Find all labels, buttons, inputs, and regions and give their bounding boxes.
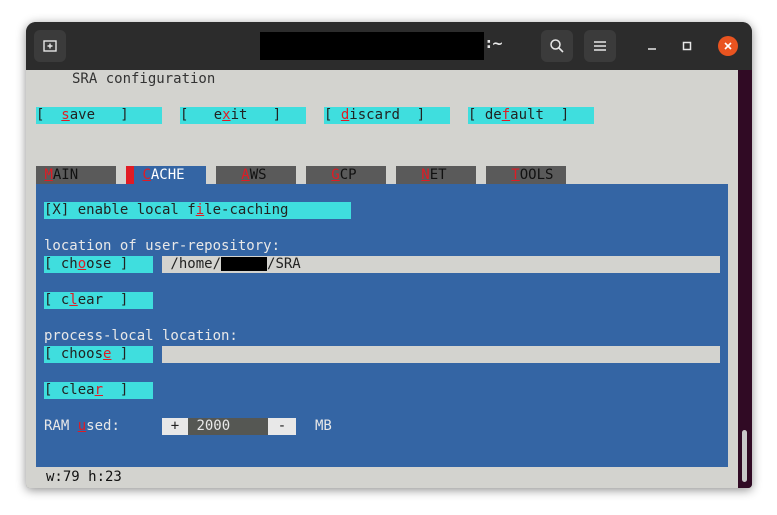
tab-gcp[interactable]: GCP — [306, 166, 386, 184]
status-bar — [26, 467, 738, 488]
ram-unit-label: MB — [315, 418, 332, 434]
titlebar: :~ — [26, 22, 752, 70]
tab-main[interactable]: MAIN — [36, 166, 116, 184]
scrollbar-thumb[interactable] — [742, 430, 747, 482]
terminal-window: :~ SRA configuration [ save ] [ exit ] [… — [26, 22, 752, 488]
terminal-area: SRA configuration [ save ] [ exit ] [ di… — [26, 70, 738, 488]
exit-button[interactable]: [ exit ] — [180, 107, 306, 124]
cache-panel: [X] enable local file-caching location o… — [36, 184, 728, 471]
tab-cache[interactable]: CACHE — [134, 166, 206, 184]
minimize-icon — [648, 48, 656, 50]
menu-button[interactable] — [584, 30, 616, 62]
minimize-button[interactable] — [642, 36, 662, 56]
search-icon — [550, 39, 564, 53]
clear-user-repository-button[interactable]: [ clear ] — [44, 292, 153, 309]
ram-value-field[interactable]: 2000 — [188, 418, 268, 435]
process-local-path[interactable] — [162, 346, 720, 363]
tab-tools[interactable]: TOOLS — [486, 166, 566, 184]
redacted-title — [260, 32, 484, 60]
window-title-suffix: :~ — [486, 36, 504, 52]
scrollbar-track[interactable] — [738, 70, 752, 488]
tab-aws[interactable]: AWS — [216, 166, 296, 184]
ram-used-label: RAM used: — [44, 418, 120, 434]
terminal-size-status: w:79 h:23 — [46, 469, 122, 485]
choose-process-local-button[interactable]: [ choose ] — [44, 346, 153, 363]
redacted-username — [221, 257, 268, 271]
maximize-icon — [682, 41, 692, 51]
app-header: SRA configuration — [72, 71, 216, 87]
new-tab-button[interactable] — [34, 30, 66, 62]
new-tab-icon — [43, 40, 57, 52]
default-button[interactable]: [ default ] — [468, 107, 594, 124]
enable-file-caching-checkbox[interactable]: [X] enable local file-caching — [44, 202, 351, 219]
ram-decrease-button[interactable]: - — [268, 418, 296, 435]
hamburger-icon — [594, 41, 606, 51]
choose-user-repository-button[interactable]: [ choose ] — [44, 256, 153, 273]
clear-process-local-button[interactable]: [ clear ] — [44, 382, 153, 399]
tab-net[interactable]: NET — [396, 166, 476, 184]
discard-button[interactable]: [ discard ] — [324, 107, 450, 124]
close-icon — [724, 42, 732, 50]
maximize-button[interactable] — [677, 36, 697, 56]
user-repository-path[interactable]: /home//SRA — [162, 256, 720, 273]
user-repository-label: location of user-repository: — [44, 238, 281, 254]
ram-increase-button[interactable]: + — [162, 418, 188, 435]
close-button[interactable] — [718, 36, 738, 56]
active-tab-marker — [126, 166, 134, 184]
process-local-label: process-local location: — [44, 328, 238, 344]
save-button[interactable]: [ save ] — [36, 107, 162, 124]
search-button[interactable] — [541, 30, 573, 62]
